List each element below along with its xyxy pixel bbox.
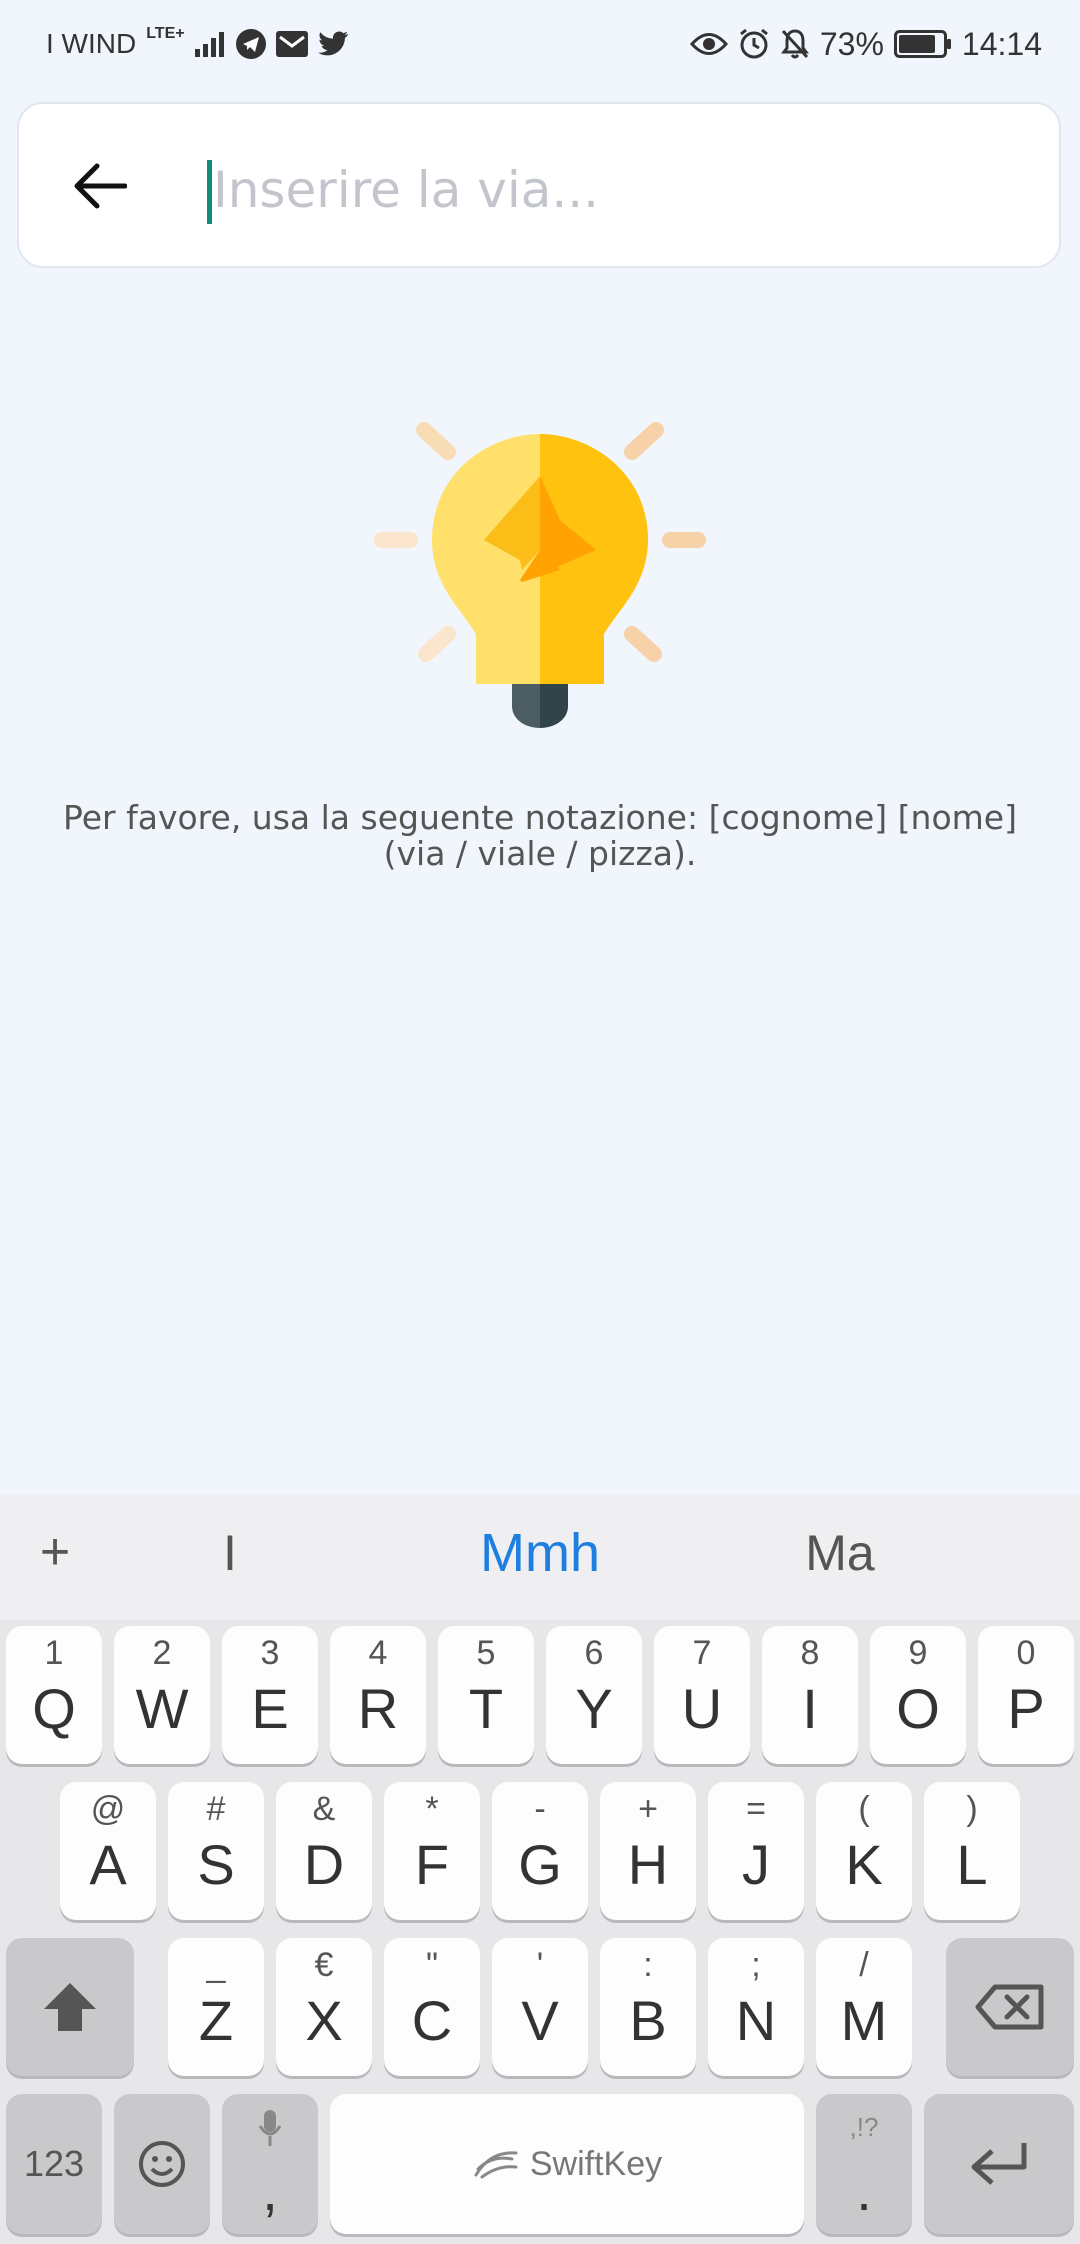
backspace-icon <box>975 1984 1044 2030</box>
key-o[interactable]: 9O <box>870 1626 966 1764</box>
key-g[interactable]: -G <box>492 1782 588 1920</box>
enter-icon <box>971 2143 1027 2185</box>
key-u[interactable]: 7U <box>654 1626 750 1764</box>
eye-icon <box>689 31 728 57</box>
numbers-key[interactable]: 123 <box>6 2094 102 2234</box>
key-e[interactable]: 3E <box>222 1626 318 1764</box>
microphone-icon <box>258 2110 282 2146</box>
comma-key[interactable]: , <box>222 2094 318 2234</box>
key-t[interactable]: 5T <box>438 1626 534 1764</box>
key-q[interactable]: 1Q <box>6 1626 102 1764</box>
search-bar <box>17 102 1061 268</box>
key-x[interactable]: € X <box>276 1938 372 2076</box>
suggestion-2[interactable]: Mmh <box>420 1522 660 1584</box>
bell-off-icon <box>780 28 810 60</box>
backspace-key[interactable] <box>946 1938 1074 2076</box>
back-button[interactable] <box>49 142 149 230</box>
key-b[interactable]: :B <box>600 1938 696 2076</box>
key-h[interactable]: + H <box>600 1782 696 1920</box>
emoji-icon <box>139 2141 185 2187</box>
key-c[interactable]: " C <box>384 1938 480 2076</box>
key-f[interactable]: * F <box>384 1782 480 1920</box>
enter-key[interactable] <box>924 2094 1074 2234</box>
key-j[interactable]: = J <box>708 1782 804 1920</box>
notation-hint: Per favore, usa la seguente notazione: [… <box>63 798 1017 873</box>
signal-icon <box>193 31 227 57</box>
key-y[interactable]: 6Y <box>546 1626 642 1764</box>
key-l[interactable]: ) L <box>924 1782 1020 1920</box>
plus-icon[interactable]: + <box>20 1512 90 1592</box>
network-label: LTE+ <box>146 25 185 42</box>
key-m[interactable]: / M <box>816 1938 912 2076</box>
key-v[interactable]: ' V <box>492 1938 588 2076</box>
clock: 14:14 <box>961 25 1042 62</box>
lightbulb-icon <box>374 422 706 728</box>
lightbulb-illustration <box>370 410 710 740</box>
key-p[interactable]: 0P <box>978 1626 1074 1764</box>
swiftkey-logo-icon <box>474 2151 518 2179</box>
carrier-label: I WIND <box>46 28 137 59</box>
alarm-icon <box>738 28 770 60</box>
mail-icon <box>275 30 309 58</box>
key-a[interactable]: @ A <box>60 1782 156 1920</box>
key-d[interactable]: & D <box>276 1782 372 1920</box>
space-key[interactable]: SwiftKey <box>330 2094 804 2234</box>
street-search-input[interactable] <box>211 144 1015 236</box>
emoji-key[interactable] <box>114 2094 210 2234</box>
key-k[interactable]: (K <box>816 1782 912 1920</box>
telegram-icon <box>235 28 267 60</box>
key-z[interactable]: _ Z <box>168 1938 264 2076</box>
key-w[interactable]: 2W <box>114 1626 210 1764</box>
suggestion-bar: + I Mmh Ma <box>0 1494 1080 1620</box>
battery-icon <box>893 30 952 58</box>
keyboard: + I Mmh Ma 1Q 2W 3E 4R 5T 6Y 7U 8I 9O 0P… <box>0 1494 1080 2244</box>
suggestion-1[interactable]: I <box>180 1524 280 1582</box>
status-bar: I WIND LTE+ 73% 14:14 <box>0 0 1080 86</box>
period-key[interactable]: ,!? . <box>816 2094 912 2234</box>
battery-percent: 73% <box>819 25 884 62</box>
key-i[interactable]: 8I <box>762 1626 858 1764</box>
space-label: SwiftKey <box>529 2144 663 2183</box>
twitter-icon <box>317 30 349 58</box>
arrow-left-icon <box>74 163 127 209</box>
key-s[interactable]: # S <box>168 1782 264 1920</box>
shift-icon <box>44 1983 96 2031</box>
shift-key[interactable] <box>6 1938 134 2076</box>
key-n[interactable]: ; N <box>708 1938 804 2076</box>
suggestion-3[interactable]: Ma <box>760 1524 920 1582</box>
key-r[interactable]: 4R <box>330 1626 426 1764</box>
